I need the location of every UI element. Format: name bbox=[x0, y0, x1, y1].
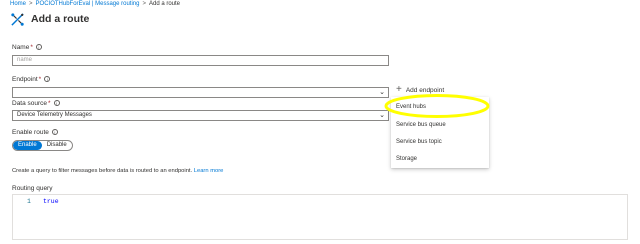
breadcrumb-separator: > bbox=[29, 1, 33, 7]
disable-option[interactable]: Disable bbox=[42, 141, 72, 150]
info-icon[interactable]: i bbox=[35, 44, 42, 51]
query-code[interactable]: true bbox=[43, 198, 59, 205]
line-number: 1 bbox=[27, 198, 31, 205]
data-source-label-text: Data source bbox=[12, 100, 48, 107]
info-icon[interactable]: i bbox=[51, 129, 58, 136]
highlight-annotation bbox=[384, 94, 490, 118]
option-storage[interactable]: Storage bbox=[396, 156, 417, 162]
data-source-select[interactable]: Device Telemetry Messages ⌄ bbox=[12, 110, 389, 121]
breadcrumb-home[interactable]: Home bbox=[10, 1, 26, 7]
breadcrumb: Home > POCIOTHubForEval | Message routing >… bbox=[10, 1, 180, 7]
routing-helper-text: Create a query to filter messages before… bbox=[12, 168, 223, 174]
data-source-value: Device Telemetry Messages bbox=[17, 112, 92, 118]
routing-query-label: Routing query bbox=[12, 185, 52, 192]
info-icon[interactable]: i bbox=[44, 76, 51, 83]
endpoint-label-text: Endpoint bbox=[12, 76, 38, 83]
enable-route-label-text: Enable route bbox=[12, 129, 49, 136]
breadcrumb-current: Add a route bbox=[148, 1, 181, 7]
breadcrumb-message-routing[interactable]: POCIOTHubForEval | Message routing bbox=[36, 1, 140, 7]
page-header: Add a route bbox=[10, 11, 89, 27]
routing-query-label-text: Routing query bbox=[12, 185, 53, 192]
required-marker: * bbox=[48, 100, 51, 107]
name-label-text: Name bbox=[12, 44, 30, 51]
info-icon[interactable]: i bbox=[53, 100, 60, 107]
route-icon bbox=[11, 12, 24, 26]
enable-route-toggle: Enable Disable bbox=[12, 140, 73, 151]
name-placeholder: name bbox=[17, 57, 33, 63]
endpoint-select[interactable]: ⌄ bbox=[12, 87, 389, 98]
page-title: Add a route bbox=[31, 13, 90, 25]
required-marker: * bbox=[30, 44, 33, 51]
enable-option[interactable]: Enable bbox=[13, 141, 42, 150]
required-marker: * bbox=[38, 76, 42, 83]
helper-text: Create a query to filter messages before… bbox=[12, 168, 193, 174]
learn-more-link[interactable]: Learn more bbox=[194, 168, 224, 174]
enable-route-label: Enable route i bbox=[12, 129, 58, 136]
option-service-bus-queue[interactable]: Service bus queue bbox=[396, 122, 446, 128]
breadcrumb-separator: > bbox=[142, 1, 146, 7]
data-source-label: Data source* i bbox=[12, 100, 60, 107]
endpoint-label: Endpoint* i bbox=[12, 76, 51, 83]
name-label: Name* i bbox=[12, 44, 42, 51]
option-service-bus-topic[interactable]: Service bus topic bbox=[396, 139, 442, 145]
routing-query-editor[interactable]: 1 true bbox=[12, 194, 628, 240]
name-input[interactable]: name bbox=[12, 55, 389, 66]
